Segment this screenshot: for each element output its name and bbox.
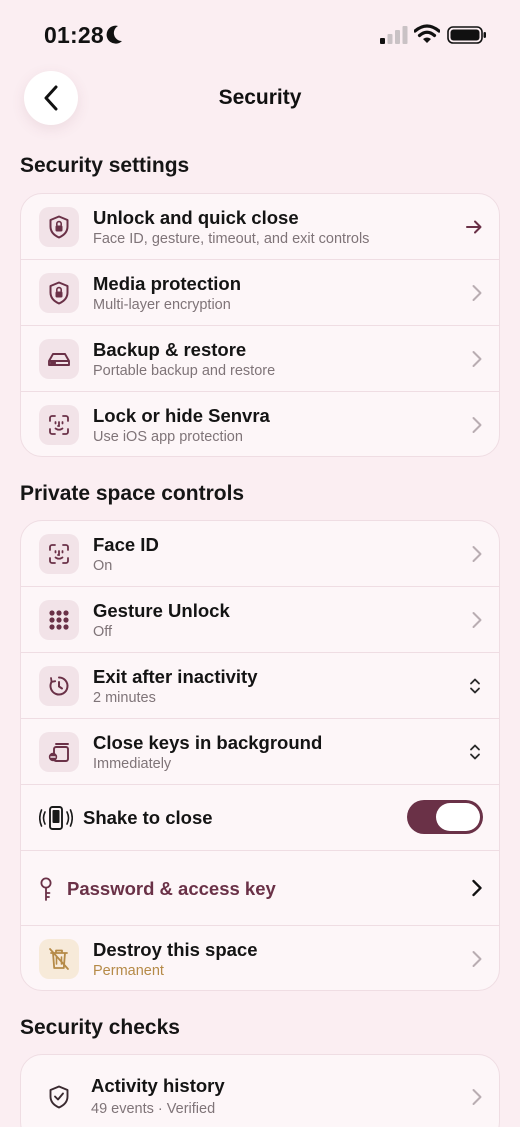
keypad-dots-icon [39,600,79,640]
row-subtitle: 2 minutes [93,690,156,706]
row-title: Lock or hide Senvra [93,405,270,426]
row-backup-and-restore[interactable]: Backup & restore Portable backup and res… [21,326,499,392]
row-title: Destroy this space [93,939,258,960]
shield-lock-icon [39,207,79,247]
chevron-right-icon [472,612,482,628]
row-subtitle: On [93,558,113,574]
row-shake-to-close: Shake to close [21,785,499,851]
section-title-security-checks: Security checks [20,1016,180,1039]
security-settings-card: Unlock and quick close Face ID, gesture,… [20,193,500,457]
row-title: Media protection [93,273,242,294]
status-bar: 01:28 [0,0,520,70]
row-title: Gesture Unlock [93,600,230,621]
row-activity-history[interactable]: Activity history 49 events · Verified [21,1055,499,1127]
shield-lock-icon [39,273,79,313]
timer-icon [39,666,79,706]
row-title: Close keys in background [93,732,323,753]
face-scan-icon [39,534,79,574]
moon-icon [106,25,122,44]
row-subtitle: Multi-layer encryption [93,297,231,313]
face-scan-icon [39,405,79,445]
row-exit-after-inactivity[interactable]: Exit after inactivity 2 minutes [21,653,499,719]
chevron-right-icon [472,879,482,897]
row-unlock-and-quick-close[interactable]: Unlock and quick close Face ID, gesture,… [21,194,499,260]
row-title: Password & access key [67,878,276,899]
arrow-right-icon [466,220,482,234]
row-title: Shake to close [83,807,213,828]
row-subtitle: 49 events · Verified [91,1101,216,1117]
row-title: Backup & restore [93,339,247,360]
battery-icon [447,26,486,44]
chevron-right-icon [472,951,482,967]
wifi-icon [414,24,440,43]
drive-icon [39,339,79,379]
row-subtitle: Face ID, gesture, timeout, and exit cont… [93,231,370,247]
row-password-and-access-key[interactable]: Password & access key [21,851,499,926]
section-title-security-settings: Security settings [20,154,190,177]
row-subtitle: Portable backup and restore [93,363,276,379]
chevron-right-icon [472,1089,482,1105]
row-subtitle: Permanent [93,963,164,979]
cellular-signal-icon [380,26,408,44]
page-title: Security [218,86,302,109]
shake-phone-icon [39,806,73,830]
chevron-right-icon [472,417,482,433]
row-close-keys-in-background[interactable]: Close keys in background Immediately [21,719,499,785]
row-subtitle: Use iOS app protection [93,429,243,445]
row-title: Unlock and quick close [93,207,299,228]
shake-to-close-toggle[interactable] [407,800,483,834]
toggle-knob [436,803,480,831]
chevron-up-down-icon [470,744,480,760]
shield-check-icon [39,1077,79,1117]
section-title-private-space-controls: Private space controls [20,482,245,505]
row-destroy-this-space[interactable]: Destroy this space Permanent [21,926,499,990]
row-title: Activity history [91,1075,225,1096]
row-lock-or-hide[interactable]: Lock or hide Senvra Use iOS app protecti… [21,392,499,456]
row-face-id[interactable]: Face ID On [21,521,499,587]
security-checks-card: Activity history 49 events · Verified [20,1054,500,1127]
chevron-right-icon [472,285,482,301]
chevron-right-icon [472,546,482,562]
background-windows-icon [39,732,79,772]
row-media-protection[interactable]: Media protection Multi-layer encryption [21,260,499,326]
chevron-right-icon [472,351,482,367]
row-gesture-unlock[interactable]: Gesture Unlock Off [21,587,499,653]
row-title: Face ID [93,534,159,555]
trash-warning-icon [39,939,79,979]
chevron-up-down-icon [470,678,480,694]
private-space-card: Face ID On Gesture Unlock Off Exit after… [20,520,500,991]
row-title: Exit after inactivity [93,666,258,687]
key-icon [40,877,52,901]
status-time: 01:28 [44,22,104,48]
row-subtitle: Immediately [93,756,172,772]
row-subtitle: Off [93,624,113,640]
